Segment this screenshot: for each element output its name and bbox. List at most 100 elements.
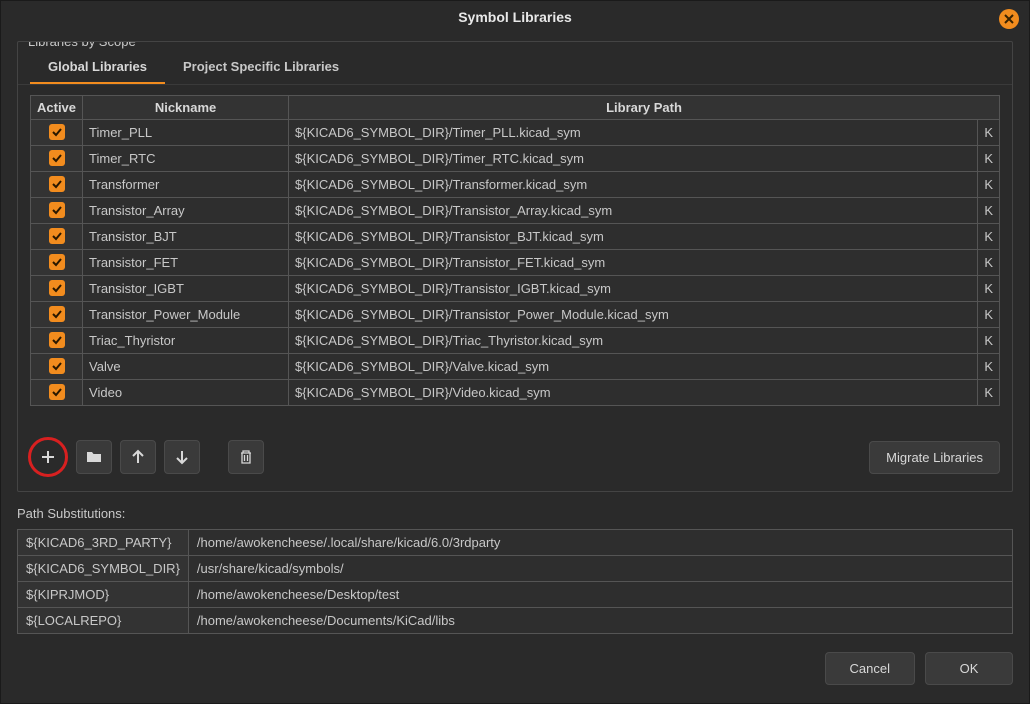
add-library-button[interactable]	[32, 441, 64, 473]
check-icon	[51, 282, 63, 294]
overflow-cell[interactable]: K	[978, 250, 1000, 276]
active-checkbox[interactable]	[49, 384, 65, 400]
nickname-cell[interactable]: Transistor_IGBT	[83, 276, 289, 302]
path-cell[interactable]: ${KICAD6_SYMBOL_DIR}/Timer_PLL.kicad_sym	[289, 120, 978, 146]
check-icon	[51, 152, 63, 164]
active-cell[interactable]	[31, 120, 83, 146]
check-icon	[51, 360, 63, 372]
cancel-button[interactable]: Cancel	[825, 652, 915, 685]
nickname-cell[interactable]: Timer_RTC	[83, 146, 289, 172]
nickname-cell[interactable]: Timer_PLL	[83, 120, 289, 146]
table-row[interactable]: Video ${KICAD6_SYMBOL_DIR}/Video.kicad_s…	[31, 380, 1000, 406]
path-cell[interactable]: ${KICAD6_SYMBOL_DIR}/Transistor_FET.kica…	[289, 250, 978, 276]
migrate-libraries-button[interactable]: Migrate Libraries	[869, 441, 1000, 474]
active-checkbox[interactable]	[49, 124, 65, 140]
path-var-cell: ${KICAD6_SYMBOL_DIR}	[18, 556, 189, 582]
active-cell[interactable]	[31, 198, 83, 224]
nickname-cell[interactable]: Transistor_Array	[83, 198, 289, 224]
path-cell[interactable]: ${KICAD6_SYMBOL_DIR}/Transistor_Power_Mo…	[289, 302, 978, 328]
tab-global-libraries[interactable]: Global Libraries	[30, 51, 165, 84]
browse-library-button[interactable]	[76, 440, 112, 474]
scope-tabs: Global Libraries Project Specific Librar…	[18, 51, 1012, 85]
table-row[interactable]: Transistor_BJT ${KICAD6_SYMBOL_DIR}/Tran…	[31, 224, 1000, 250]
table-row[interactable]: Transistor_IGBT ${KICAD6_SYMBOL_DIR}/Tra…	[31, 276, 1000, 302]
delete-library-button[interactable]	[228, 440, 264, 474]
overflow-cell[interactable]: K	[978, 380, 1000, 406]
table-row[interactable]: Timer_PLL ${KICAD6_SYMBOL_DIR}/Timer_PLL…	[31, 120, 1000, 146]
active-checkbox[interactable]	[49, 202, 65, 218]
path-cell[interactable]: ${KICAD6_SYMBOL_DIR}/Transistor_IGBT.kic…	[289, 276, 978, 302]
nickname-cell[interactable]: Transistor_FET	[83, 250, 289, 276]
ok-button[interactable]: OK	[925, 652, 1013, 685]
tab-project-libraries[interactable]: Project Specific Libraries	[165, 51, 357, 84]
active-cell[interactable]	[31, 302, 83, 328]
path-val-cell: /home/awokencheese/Desktop/test	[188, 582, 1012, 608]
active-checkbox[interactable]	[49, 332, 65, 348]
active-cell[interactable]	[31, 276, 83, 302]
path-cell[interactable]: ${KICAD6_SYMBOL_DIR}/Video.kicad_sym	[289, 380, 978, 406]
table-row[interactable]: Transistor_Array ${KICAD6_SYMBOL_DIR}/Tr…	[31, 198, 1000, 224]
active-cell[interactable]	[31, 354, 83, 380]
dialog-title: Symbol Libraries	[458, 9, 572, 25]
overflow-cell[interactable]: K	[978, 146, 1000, 172]
active-checkbox[interactable]	[49, 306, 65, 322]
dialog-content: Libraries by Scope Global Libraries Proj…	[1, 33, 1029, 703]
active-checkbox[interactable]	[49, 176, 65, 192]
path-cell[interactable]: ${KICAD6_SYMBOL_DIR}/Valve.kicad_sym	[289, 354, 978, 380]
path-val-cell: /home/awokencheese/Documents/KiCad/libs	[188, 608, 1012, 634]
nickname-cell[interactable]: Transistor_Power_Module	[83, 302, 289, 328]
active-cell[interactable]	[31, 224, 83, 250]
active-checkbox[interactable]	[49, 358, 65, 374]
active-cell[interactable]	[31, 146, 83, 172]
table-row[interactable]: Timer_RTC ${KICAD6_SYMBOL_DIR}/Timer_RTC…	[31, 146, 1000, 172]
active-cell[interactable]	[31, 172, 83, 198]
table-row[interactable]: Valve ${KICAD6_SYMBOL_DIR}/Valve.kicad_s…	[31, 354, 1000, 380]
col-nickname[interactable]: Nickname	[83, 96, 289, 120]
overflow-cell[interactable]: K	[978, 224, 1000, 250]
nickname-cell[interactable]: Transformer	[83, 172, 289, 198]
active-cell[interactable]	[31, 380, 83, 406]
path-cell[interactable]: ${KICAD6_SYMBOL_DIR}/Transistor_BJT.kica…	[289, 224, 978, 250]
table-row[interactable]: Transformer ${KICAD6_SYMBOL_DIR}/Transfo…	[31, 172, 1000, 198]
overflow-cell[interactable]: K	[978, 328, 1000, 354]
col-path[interactable]: Library Path	[289, 96, 1000, 120]
overflow-cell[interactable]: K	[978, 302, 1000, 328]
path-cell[interactable]: ${KICAD6_SYMBOL_DIR}/Triac_Thyristor.kic…	[289, 328, 978, 354]
table-row[interactable]: Transistor_FET ${KICAD6_SYMBOL_DIR}/Tran…	[31, 250, 1000, 276]
nickname-cell[interactable]: Transistor_BJT	[83, 224, 289, 250]
overflow-cell[interactable]: K	[978, 198, 1000, 224]
nickname-cell[interactable]: Video	[83, 380, 289, 406]
active-checkbox[interactable]	[49, 150, 65, 166]
active-cell[interactable]	[31, 328, 83, 354]
close-button[interactable]	[999, 9, 1019, 29]
fieldset-legend: Libraries by Scope	[24, 41, 140, 49]
path-substitutions-label: Path Substitutions:	[17, 502, 1013, 525]
nickname-cell[interactable]: Valve	[83, 354, 289, 380]
active-checkbox[interactable]	[49, 280, 65, 296]
overflow-cell[interactable]: K	[978, 276, 1000, 302]
table-row[interactable]: Transistor_Power_Module ${KICAD6_SYMBOL_…	[31, 302, 1000, 328]
dialog-button-bar: Cancel OK	[17, 644, 1013, 695]
move-up-button[interactable]	[120, 440, 156, 474]
path-cell[interactable]: ${KICAD6_SYMBOL_DIR}/Timer_RTC.kicad_sym	[289, 146, 978, 172]
path-cell[interactable]: ${KICAD6_SYMBOL_DIR}/Transistor_Array.ki…	[289, 198, 978, 224]
path-val-cell: /home/awokencheese/.local/share/kicad/6.…	[188, 530, 1012, 556]
table-row[interactable]: Triac_Thyristor ${KICAD6_SYMBOL_DIR}/Tri…	[31, 328, 1000, 354]
active-cell[interactable]	[31, 250, 83, 276]
path-var-cell: ${KICAD6_3RD_PARTY}	[18, 530, 189, 556]
check-icon	[51, 230, 63, 242]
trash-icon	[238, 449, 254, 465]
nickname-cell[interactable]: Triac_Thyristor	[83, 328, 289, 354]
overflow-cell[interactable]: K	[978, 172, 1000, 198]
active-checkbox[interactable]	[49, 254, 65, 270]
path-cell[interactable]: ${KICAD6_SYMBOL_DIR}/Transformer.kicad_s…	[289, 172, 978, 198]
add-button-highlight	[28, 437, 68, 477]
check-icon	[51, 334, 63, 346]
move-down-button[interactable]	[164, 440, 200, 474]
col-active[interactable]: Active	[31, 96, 83, 120]
active-checkbox[interactable]	[49, 228, 65, 244]
overflow-cell[interactable]: K	[978, 120, 1000, 146]
library-table: Active Nickname Library Path Timer_PLL $…	[30, 95, 1000, 406]
overflow-cell[interactable]: K	[978, 354, 1000, 380]
path-var-cell: ${LOCALREPO}	[18, 608, 189, 634]
